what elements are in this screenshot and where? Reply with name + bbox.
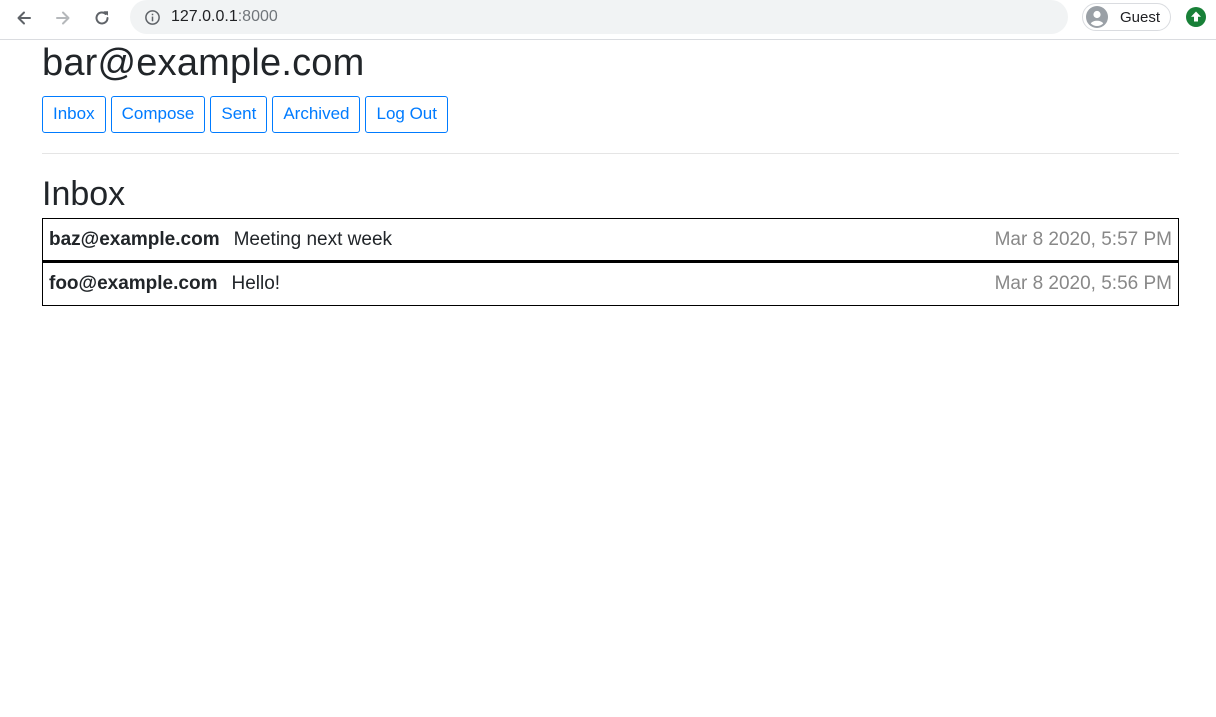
mail-nav: Inbox Compose Sent Archived Log Out — [42, 95, 1179, 133]
arrow-left-icon — [17, 11, 31, 25]
page-content: bar@example.com Inbox Compose Sent Archi… — [42, 40, 1179, 307]
avatar-icon — [1086, 6, 1108, 28]
compose-button[interactable]: Compose — [110, 95, 206, 133]
profile-label: Guest — [1120, 8, 1161, 26]
reload-icon — [95, 11, 109, 25]
mailbox-title: Inbox — [42, 174, 126, 213]
email-list: baz@example.com Meeting next week Mar 8 … — [42, 218, 1179, 307]
address-bar[interactable]: 127.0.0.1:8000 — [130, 0, 1068, 34]
email-sender: foo@example.com — [49, 273, 218, 295]
browser-toolbar: 127.0.0.1:8000 Guest — [0, 0, 1216, 40]
profile-button[interactable]: Guest — [1082, 3, 1171, 31]
forward-button[interactable] — [51, 6, 75, 30]
email-timestamp: Mar 8 2020, 5:57 PM — [994, 228, 1172, 250]
inbox-button[interactable]: Inbox — [42, 95, 106, 133]
email-subject: Hello! — [231, 273, 281, 295]
email-row[interactable]: baz@example.com Meeting next week Mar 8 … — [42, 218, 1179, 263]
email-row[interactable]: foo@example.com Hello! Mar 8 2020, 5:56 … — [42, 262, 1179, 307]
reload-button[interactable] — [90, 6, 114, 30]
url-port: :8000 — [237, 8, 278, 25]
info-icon[interactable] — [143, 8, 161, 26]
update-icon[interactable] — [1186, 7, 1206, 27]
logout-button[interactable]: Log Out — [365, 95, 448, 133]
user-email-heading: bar@example.com — [42, 42, 365, 84]
email-sender: baz@example.com — [49, 228, 220, 250]
sent-button[interactable]: Sent — [210, 95, 268, 133]
email-subject: Meeting next week — [233, 228, 393, 250]
archived-button[interactable]: Archived — [272, 95, 361, 133]
divider — [42, 152, 1179, 154]
back-button[interactable] — [12, 6, 36, 30]
arrow-right-icon — [56, 11, 70, 25]
url-host: 127.0.0.1 — [171, 8, 238, 25]
email-timestamp: Mar 8 2020, 5:56 PM — [994, 273, 1172, 295]
